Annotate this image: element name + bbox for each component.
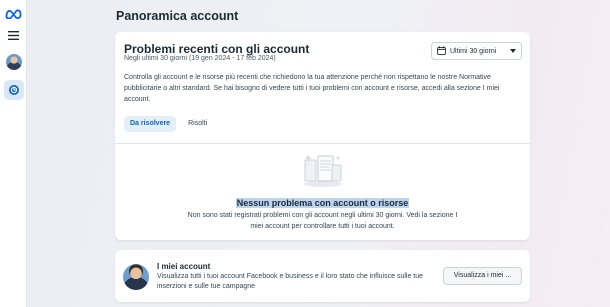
tab-resolved[interactable]: Risolti xyxy=(182,116,213,132)
card-title: Problemi recenti con gli account xyxy=(124,42,310,56)
menu-icon[interactable] xyxy=(0,27,27,43)
my-accounts-title: I miei account xyxy=(157,262,211,271)
avatar xyxy=(123,264,149,290)
calendar-icon xyxy=(437,45,446,57)
card-description: Controlla gli account e le risorse più r… xyxy=(124,74,500,103)
meta-logo-icon[interactable] xyxy=(0,4,27,22)
date-range-label: Ultimi 30 giorni xyxy=(450,47,497,55)
my-accounts-description: Visualizza tutti i tuoi account Facebook… xyxy=(157,273,424,290)
account-overview-icon xyxy=(3,80,24,100)
tab-to-resolve[interactable]: Da risolvere xyxy=(124,116,177,132)
caret-down-icon xyxy=(510,48,516,55)
my-accounts-card: I miei account Visualizza tutti i tuoi a… xyxy=(115,250,530,302)
page-title: Panoramica account xyxy=(116,9,239,23)
status-tabs: Da risolvere Risolti xyxy=(124,116,213,132)
empty-state-title: Nessun problema con account o risorse xyxy=(115,198,530,208)
recent-problems-card: Problemi recenti con gli account Negli u… xyxy=(115,32,530,240)
avatar xyxy=(5,54,22,70)
user-avatar[interactable] xyxy=(0,53,27,71)
empty-state-illustration xyxy=(301,152,345,188)
divider xyxy=(115,143,530,144)
empty-state-text: Non sono stati registrati problemi con g… xyxy=(187,212,458,230)
empty-state-title-text: Nessun problema con account o risorse xyxy=(235,198,410,208)
left-rail xyxy=(0,0,27,307)
date-range-dropdown[interactable]: Ultimi 30 giorni xyxy=(431,42,522,60)
card-subtitle: Negli ultimi 30 giorni (19 gen 2024 - 17… xyxy=(124,55,276,62)
view-my-accounts-button[interactable]: Visualizza i miei ... xyxy=(443,267,522,285)
account-overview-nav[interactable] xyxy=(0,80,27,100)
